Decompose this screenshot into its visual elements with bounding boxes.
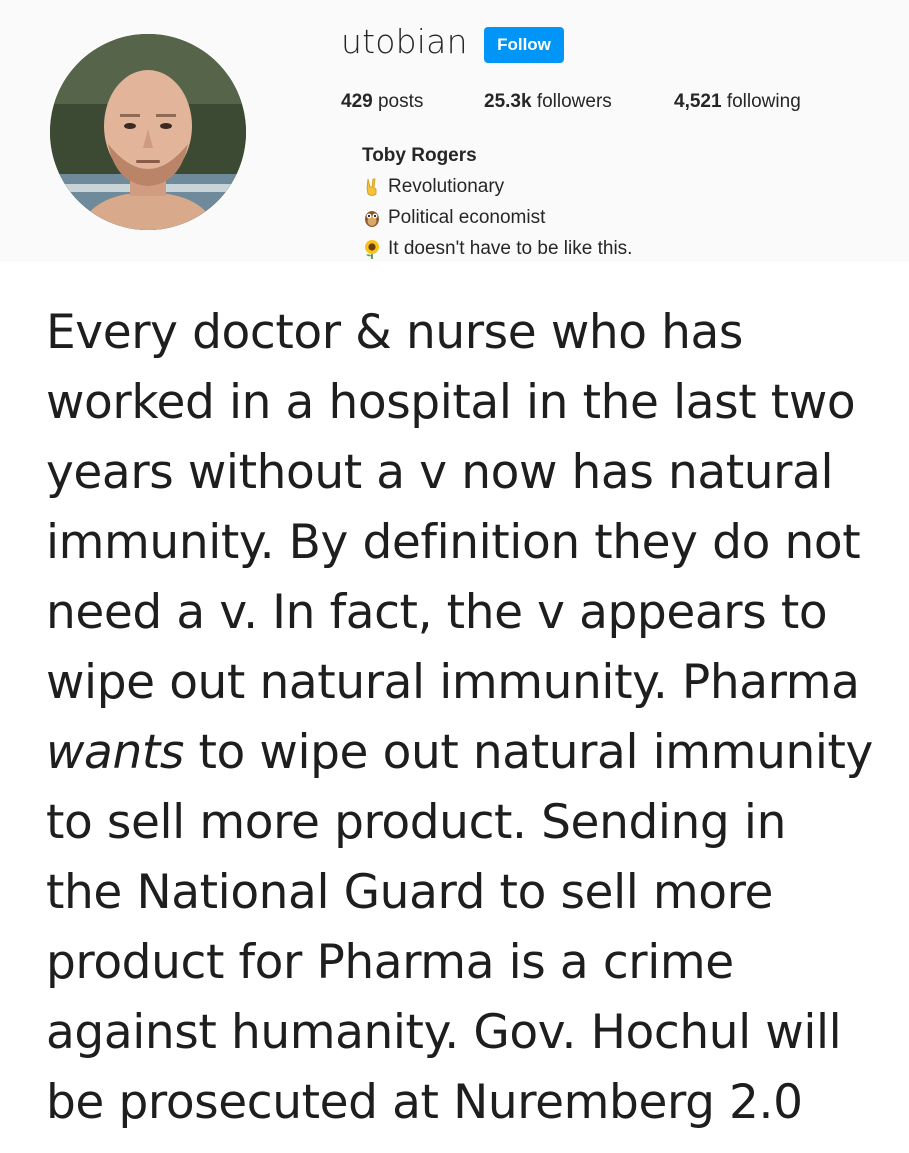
post-line: years without a v now has natural xyxy=(46,445,834,500)
bio-text: It doesn't have to be like this. xyxy=(388,238,633,259)
post-line: Every doctor & nurse who has xyxy=(46,305,744,360)
following-label: following xyxy=(721,91,801,112)
post-text: Every doctor & nurse who has worked in a… xyxy=(46,298,886,1138)
post-image: Every doctor & nurse who has worked in a… xyxy=(0,262,909,1153)
victory-hand-icon xyxy=(366,178,377,196)
posts-label: posts xyxy=(372,91,424,112)
avatar[interactable] xyxy=(50,34,246,230)
followers-link[interactable]: 25.3k followers xyxy=(484,91,612,113)
profile-header: utobian Follow 429 posts 25.3k followers… xyxy=(0,0,909,262)
posts-count-value: 429 xyxy=(341,91,373,112)
follow-button[interactable]: Follow xyxy=(484,27,564,63)
following-link[interactable]: 4,521 following xyxy=(674,91,801,113)
post-line: to sell more product. Sending in xyxy=(46,795,786,850)
username: utobian xyxy=(341,22,468,61)
bio-text: Political economist xyxy=(388,207,546,228)
post-line-rest: to wipe out natural immunity xyxy=(183,725,873,780)
post-line: worked in a hospital in the last two xyxy=(46,375,856,430)
profile-photo-icon xyxy=(50,34,246,230)
bio-line: Revolutionary xyxy=(362,176,504,198)
post-line: wants to wipe out natural immunity xyxy=(46,718,886,788)
bio-line: Political economist xyxy=(362,207,545,229)
post-line: be prosecuted at Nuremberg 2.0 xyxy=(46,1075,803,1130)
post-line: the National Guard to sell more xyxy=(46,865,774,920)
following-count-value: 4,521 xyxy=(674,91,722,112)
bio-text: Revolutionary xyxy=(388,176,505,197)
post-line: wipe out natural immunity. Pharma xyxy=(46,655,860,710)
bio-line: It doesn't have to be like this. xyxy=(362,238,632,260)
post-emphasis: wants xyxy=(46,725,184,780)
post-line: product for Pharma is a crime xyxy=(46,935,734,990)
followers-label: followers xyxy=(531,91,612,112)
post-line: against humanity. Gov. Hochul will xyxy=(46,1005,842,1060)
posts-count: 429 posts xyxy=(341,91,423,113)
post-line: immunity. By definition they do not xyxy=(46,515,861,570)
owl-icon xyxy=(365,211,379,227)
full-name: Toby Rogers xyxy=(362,145,477,166)
post-line: need a v. In fact, the v appears to xyxy=(46,585,828,640)
sunflower-icon xyxy=(365,240,379,259)
followers-count-value: 25.3k xyxy=(484,91,532,112)
